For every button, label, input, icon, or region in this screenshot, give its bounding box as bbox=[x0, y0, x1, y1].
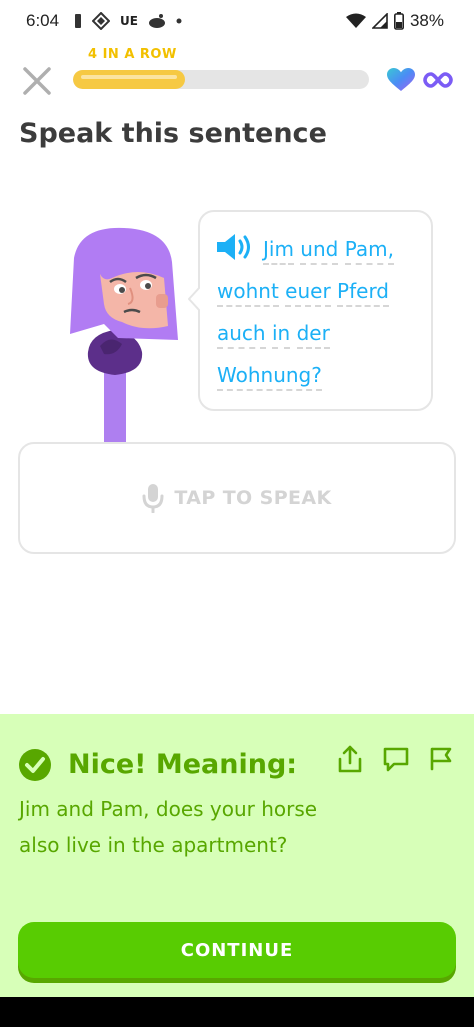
status-right: 38% bbox=[345, 11, 444, 31]
heart-icon[interactable] bbox=[387, 68, 415, 92]
continue-button[interactable]: CONTINUE bbox=[18, 922, 456, 978]
sim-icon bbox=[75, 14, 81, 28]
check-circle-icon bbox=[18, 748, 52, 782]
sentence-line: wohnt euer Pferd bbox=[217, 270, 423, 312]
lesson-progress-bar bbox=[73, 70, 369, 89]
sentence-word[interactable]: Wohnung? bbox=[217, 363, 322, 391]
sentence-word[interactable]: auch bbox=[217, 321, 266, 349]
status-bar: 6:04 UE 38% bbox=[0, 0, 474, 44]
sentence-word[interactable]: wohnt bbox=[217, 279, 279, 307]
streak-label: 4 IN A ROW bbox=[88, 47, 177, 62]
tap-to-speak-button[interactable]: TAP TO SPEAK bbox=[18, 442, 456, 554]
infinity-icon bbox=[423, 70, 453, 90]
close-icon bbox=[23, 67, 51, 95]
flag-icon[interactable] bbox=[428, 745, 454, 771]
system-nav-bar bbox=[0, 997, 474, 1027]
sentence-word[interactable]: in bbox=[271, 321, 291, 349]
sentence-line: Wohnung? bbox=[217, 354, 423, 396]
speech-bubble-tail bbox=[188, 287, 206, 311]
tap-to-speak-label: TAP TO SPEAK bbox=[174, 487, 332, 509]
sentence-word[interactable]: der bbox=[296, 321, 330, 349]
sentence-word[interactable]: Jim bbox=[263, 237, 294, 265]
carrier-label: UE bbox=[120, 14, 138, 28]
sentence-word[interactable]: und bbox=[300, 237, 339, 265]
character-lily bbox=[60, 222, 185, 442]
sentence-text: Jim und Pam, wohnt euer Pferd auch in der W… bbox=[217, 228, 423, 396]
status-time: 6:04 bbox=[26, 11, 60, 30]
page-title: Speak this sentence bbox=[19, 118, 327, 149]
meaning-text: Jim and Pam, does your horse also live i… bbox=[19, 797, 318, 857]
more-notifications-icon bbox=[176, 18, 182, 24]
notification-icons: UE bbox=[74, 12, 182, 30]
comment-icon[interactable] bbox=[382, 746, 410, 772]
microphone-icon bbox=[142, 484, 164, 513]
feedback-title: Nice! Meaning: bbox=[68, 749, 298, 780]
wifi-icon bbox=[345, 13, 366, 28]
share-icon[interactable] bbox=[337, 745, 363, 773]
battery-percent: 38% bbox=[409, 11, 444, 30]
sentence-line: Jim und Pam, bbox=[217, 228, 423, 270]
sentence-word[interactable]: Pferd bbox=[337, 279, 390, 307]
sentence-word[interactable]: Pam, bbox=[344, 237, 394, 265]
close-button[interactable] bbox=[20, 64, 54, 98]
progress-fill bbox=[73, 70, 185, 89]
progress-shine bbox=[81, 75, 177, 79]
sentence-word[interactable]: euer bbox=[285, 279, 331, 307]
reddit-icon bbox=[148, 14, 165, 28]
continue-label: CONTINUE bbox=[180, 939, 294, 961]
app-notification-icon bbox=[92, 12, 110, 30]
battery-icon bbox=[393, 12, 404, 30]
signal-icon bbox=[371, 13, 388, 29]
sentence-line: auch in der bbox=[217, 312, 423, 354]
